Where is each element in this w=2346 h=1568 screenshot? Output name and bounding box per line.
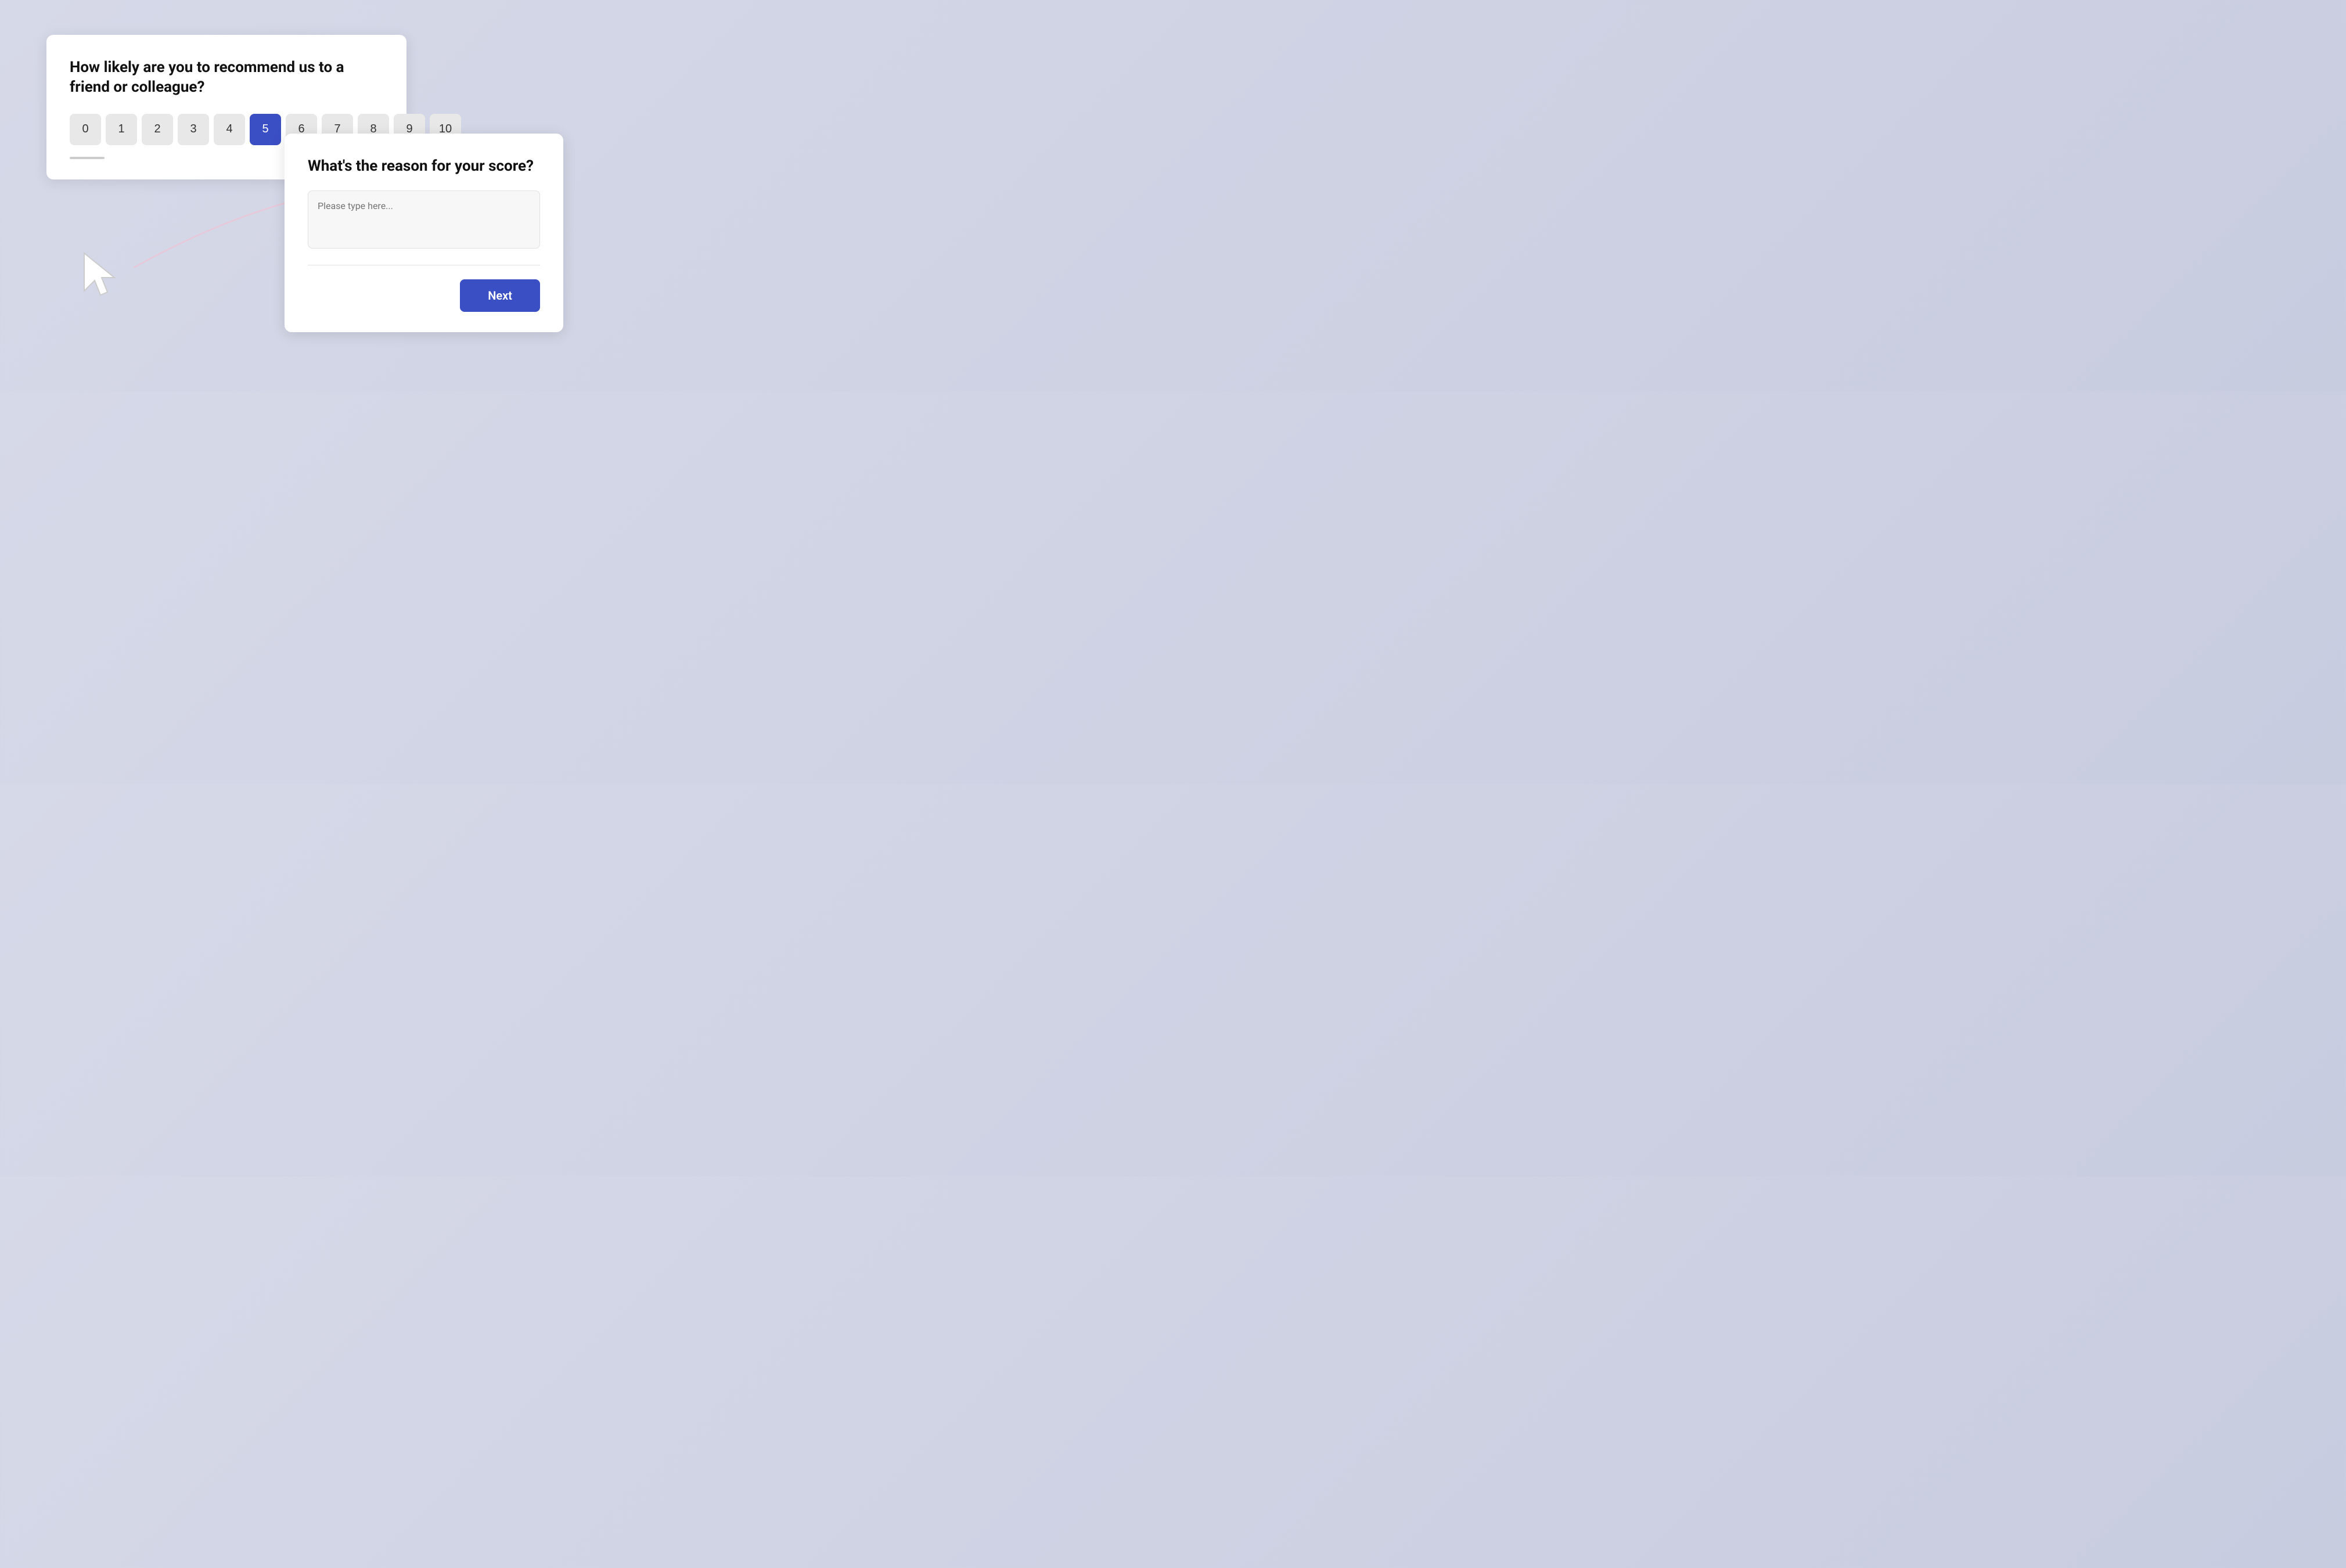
score-button-5[interactable]: 5 bbox=[250, 114, 281, 145]
score-button-1[interactable]: 1 bbox=[106, 114, 137, 145]
reason-card: What's the reason for your score? Next bbox=[285, 134, 563, 332]
score-button-4[interactable]: 4 bbox=[214, 114, 245, 145]
nps-question-title: How likely are you to recommend us to a … bbox=[70, 58, 383, 98]
mouse-cursor bbox=[78, 247, 125, 302]
next-button[interactable]: Next bbox=[460, 279, 540, 312]
reason-question-title: What's the reason for your score? bbox=[308, 157, 540, 177]
score-button-2[interactable]: 2 bbox=[142, 114, 173, 145]
scene: How likely are you to recommend us to a … bbox=[0, 0, 586, 392]
reason-textarea[interactable] bbox=[308, 190, 540, 249]
score-button-0[interactable]: 0 bbox=[70, 114, 101, 145]
nps-card-footer-bar bbox=[70, 157, 105, 159]
score-button-3[interactable]: 3 bbox=[178, 114, 209, 145]
next-button-row: Next bbox=[308, 279, 540, 312]
